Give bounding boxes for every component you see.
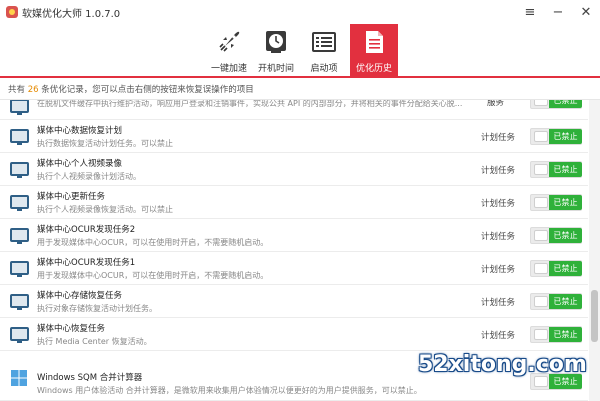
restore-toggle[interactable]: 已禁止 <box>530 161 582 178</box>
toggle-status: 已禁止 <box>549 162 582 177</box>
tab-optimization-history[interactable]: 优化历史 <box>350 24 398 76</box>
item-name: 媒体中心OCUR发现任务2 <box>37 225 136 235</box>
list-scrollbar[interactable] <box>589 100 600 401</box>
toggle-knob <box>534 263 548 274</box>
list-item: 媒体中心更新任务 执行个人视频录像恢复活动。可以禁止 计划任务 已禁止 <box>0 186 588 219</box>
monitor-icon <box>10 258 30 278</box>
item-description: 执行个人视频录像恢复活动。可以禁止 <box>37 205 173 214</box>
tab-label: 开机时间 <box>257 64 294 74</box>
tab-label: 优化历史 <box>355 64 392 74</box>
item-name: 媒体中心数据恢复计划 <box>37 126 123 136</box>
item-description: 在脱机文件缓存中执行维护活动，响应用户登录和注销事件，实现公共 API 的内部部… <box>37 100 463 108</box>
item-type: 计划任务 <box>481 331 516 341</box>
tab-label: 一键加速 <box>210 64 247 74</box>
item-type: 计划任务 <box>481 166 516 176</box>
monitor-icon <box>10 192 30 212</box>
close-icon: ✕ <box>580 4 592 20</box>
main-toolbar: 一键加速 开机时间 启动项 优化历史 <box>0 24 600 76</box>
monitor-icon <box>10 324 30 344</box>
tab-label: 启动项 <box>310 64 338 74</box>
item-type: 计划任务 <box>481 265 516 275</box>
item-name: 媒体中心更新任务 <box>37 192 106 202</box>
rocket-icon <box>214 27 244 57</box>
item-type: 服务 <box>487 100 505 108</box>
monitor-icon <box>10 126 30 146</box>
item-name: Windows SQM 合并计算器 <box>37 373 143 383</box>
menu-icon: ≡ <box>524 4 536 20</box>
list-item: 媒体中心个人视频录像 执行个人视频录像计划活动。 计划任务 已禁止 <box>0 153 588 186</box>
toggle-knob <box>534 376 548 387</box>
monitor-icon <box>10 225 30 245</box>
history-summary: 共有 26 条优化记录，您可以点击右侧的按钮来恢复误操作的项目 <box>0 76 600 100</box>
site-watermark: 52xitong.com <box>418 352 587 377</box>
menu-button[interactable]: ≡ <box>516 0 544 24</box>
monitor-icon <box>10 291 30 311</box>
toggle-knob <box>534 230 548 241</box>
restore-toggle[interactable]: 已禁止 <box>530 260 582 277</box>
item-name: 媒体中心存储恢复任务 <box>37 291 123 301</box>
window-title: 软媒优化大师 1.0.7.0 <box>22 9 121 20</box>
restore-toggle[interactable]: 已禁止 <box>530 326 582 343</box>
tab-startup-items[interactable]: 启动项 <box>300 24 348 76</box>
toggle-knob <box>534 296 548 307</box>
list-item: 媒体中心OCUR发现任务2 用于发现媒体中心OCUR，可以在使用时开启，不需要随… <box>0 219 588 252</box>
tab-one-click-speedup[interactable]: 一键加速 <box>205 24 253 76</box>
minimize-icon: − <box>552 4 564 20</box>
toggle-status: 已禁止 <box>549 261 582 276</box>
clock-icon <box>261 27 291 57</box>
toggle-knob <box>534 131 548 142</box>
summary-suffix: 条优化记录，您可以点击右侧的按钮来恢复误操作的项目 <box>41 85 254 95</box>
toggle-knob <box>534 100 548 106</box>
scrollbar-thumb[interactable] <box>591 290 598 342</box>
item-type: 计划任务 <box>481 232 516 242</box>
toggle-status: 已禁止 <box>549 100 582 108</box>
item-description: 用于发现媒体中心OCUR，可以在使用时开启，不需要随机启动。 <box>37 271 269 280</box>
item-type: 计划任务 <box>481 298 516 308</box>
history-document-icon <box>359 27 389 57</box>
close-button[interactable]: ✕ <box>572 0 600 24</box>
monitor-icon <box>10 159 30 179</box>
item-description: 执行数据恢复活动计划任务。可以禁止 <box>37 139 173 148</box>
toggle-status: 已禁止 <box>549 228 582 243</box>
toggle-status: 已禁止 <box>549 195 582 210</box>
record-count: 26 <box>27 85 39 95</box>
item-description: 用于发现媒体中心OCUR，可以在使用时开启，不需要随机启动。 <box>37 238 269 247</box>
toggle-knob <box>534 197 548 208</box>
windows-icon <box>10 369 30 389</box>
item-name: 媒体中心OCUR发现任务1 <box>37 258 136 268</box>
app-logo-icon <box>6 6 18 18</box>
toggle-status: 已禁止 <box>549 294 582 309</box>
item-name: 媒体中心个人视频录像 <box>37 159 123 169</box>
restore-toggle[interactable]: 已禁止 <box>530 293 582 310</box>
list-item: 媒体中心恢复任务 执行 Media Center 恢复活动。 计划任务 已禁止 <box>0 318 588 351</box>
item-description: 执行 Media Center 恢复活动。 <box>37 337 152 346</box>
list-item: 媒体中心存储恢复任务 执行对象存储恢复活动计划任务。 计划任务 已禁止 <box>0 285 588 318</box>
summary-prefix: 共有 <box>8 85 26 95</box>
toggle-status: 已禁止 <box>549 327 582 342</box>
item-type: 计划任务 <box>481 199 516 209</box>
list-item: 在脱机文件缓存中执行维护活动，响应用户登录和注销事件，实现公共 API 的内部部… <box>0 100 588 120</box>
item-type: 计划任务 <box>481 133 516 143</box>
restore-toggle[interactable]: 已禁止 <box>530 128 582 145</box>
list-item: 媒体中心OCUR发现任务1 用于发现媒体中心OCUR，可以在使用时开启，不需要随… <box>0 252 588 285</box>
item-description: 执行对象存储恢复活动计划任务。 <box>37 304 157 313</box>
restore-toggle[interactable]: 已禁止 <box>530 100 582 109</box>
restore-toggle[interactable]: 已禁止 <box>530 227 582 244</box>
startup-list-icon <box>309 27 339 57</box>
item-name: 媒体中心恢复任务 <box>37 324 106 334</box>
minimize-button[interactable]: − <box>544 0 572 24</box>
window-controls: ≡ − ✕ <box>516 0 600 24</box>
title-bar: 软媒优化大师 1.0.7.0 ≡ − ✕ <box>0 0 600 24</box>
item-description: 执行个人视频录像计划活动。 <box>37 172 141 181</box>
restore-toggle[interactable]: 已禁止 <box>530 194 582 211</box>
toggle-knob <box>534 329 548 340</box>
monitor-icon <box>10 100 30 116</box>
list-item: 媒体中心数据恢复计划 执行数据恢复活动计划任务。可以禁止 计划任务 已禁止 <box>0 120 588 153</box>
toggle-knob <box>534 164 548 175</box>
item-description: Windows 用户体验活动 合并计算器，是微软用来收集用户体验情况以便更好的为… <box>37 386 422 395</box>
tab-boot-time[interactable]: 开机时间 <box>252 24 300 76</box>
toggle-status: 已禁止 <box>549 129 582 144</box>
